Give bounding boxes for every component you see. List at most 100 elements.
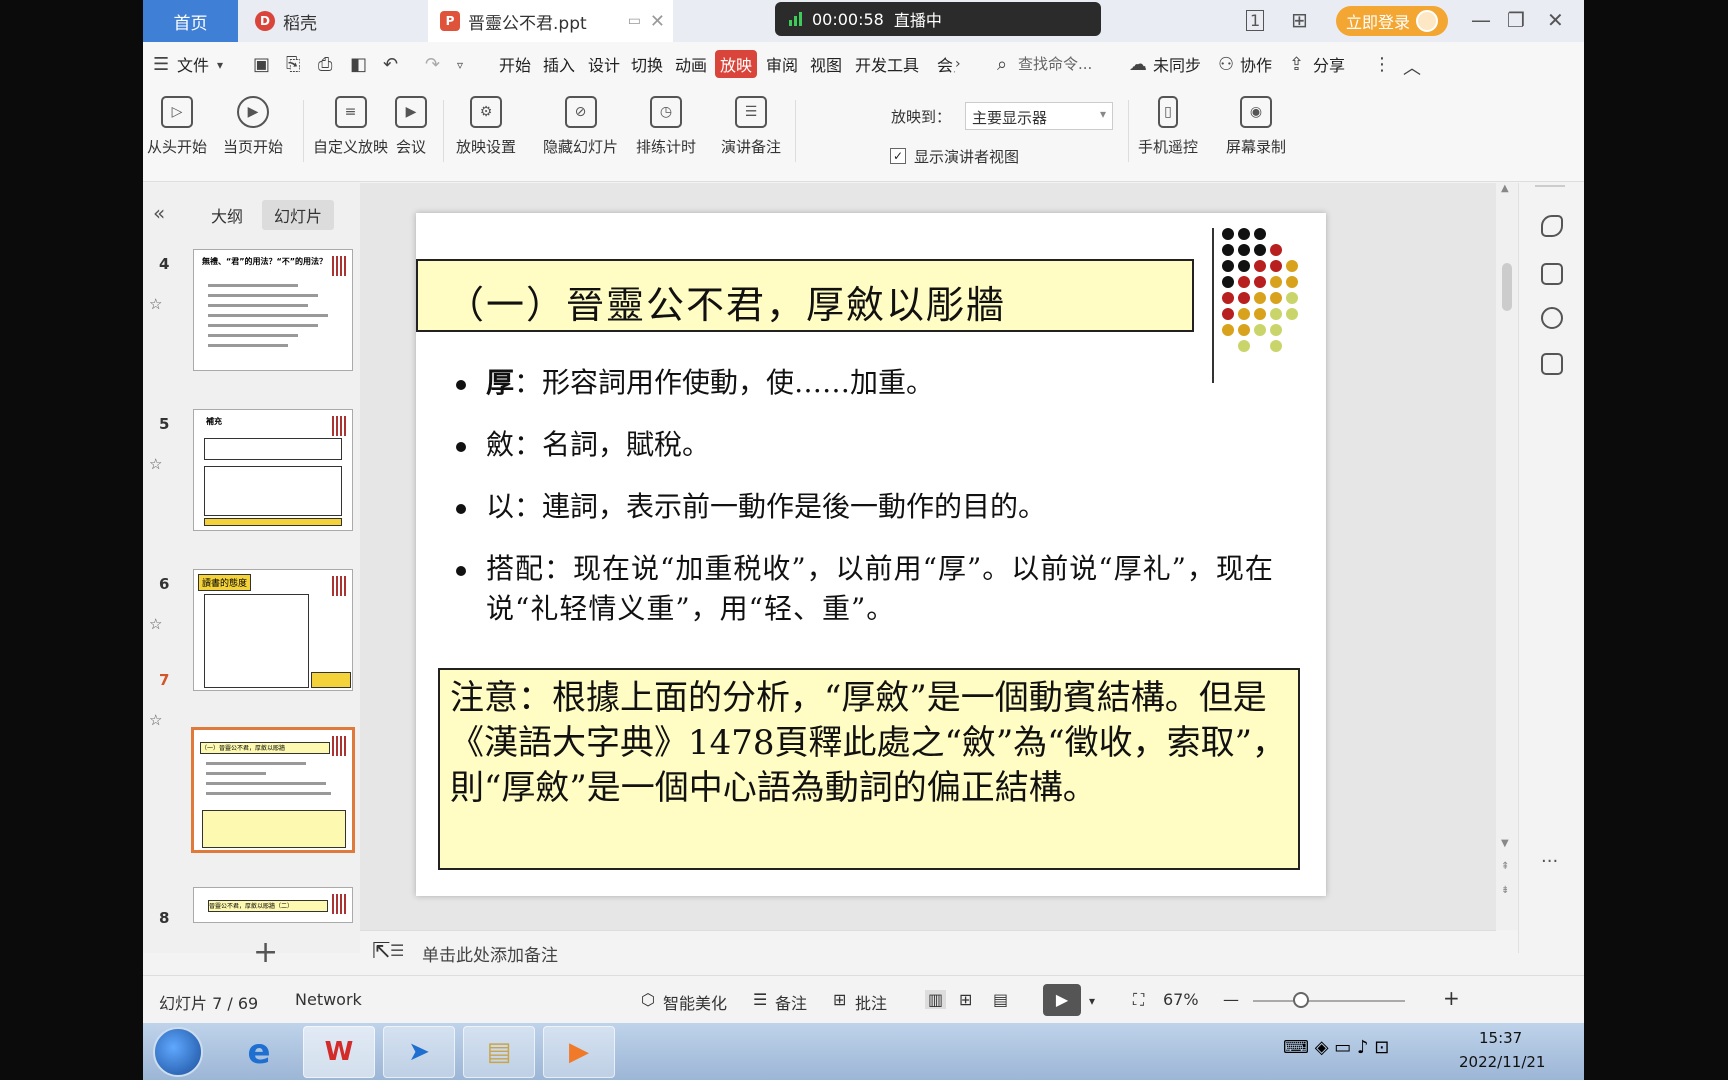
from-start-button[interactable]: ▷ 从头开始 (147, 96, 207, 157)
wps-icon[interactable]: W (303, 1026, 375, 1078)
beautify-button[interactable]: 智能美化 (663, 990, 727, 1014)
ie-icon[interactable]: e (223, 1026, 295, 1078)
more-tabs-icon[interactable]: › (955, 56, 961, 72)
add-notes-placeholder[interactable]: 单击此处添加备注 (422, 941, 558, 966)
undo-icon[interactable]: ↶ (383, 54, 398, 75)
redo-icon[interactable]: ↷ (425, 54, 440, 75)
scroll-down-icon[interactable]: ▼ (1501, 838, 1509, 849)
menu-tab-view[interactable]: 视图 (810, 52, 842, 76)
slide-title[interactable]: （一）晉靈公不君，厚斂以彫牆 (416, 259, 1194, 332)
live-indicator[interactable]: 00:00:58 直播中 (775, 2, 1101, 36)
collab-button[interactable]: 协作 (1240, 52, 1272, 76)
compass-icon[interactable] (1541, 307, 1563, 329)
fit-icon[interactable]: ⛶ (1133, 990, 1144, 1010)
zoom-level[interactable]: 67% (1163, 990, 1199, 1009)
rocket-icon[interactable] (1541, 215, 1563, 237)
collapse-ribbon-icon[interactable]: ︿ (1403, 54, 1421, 80)
slide-bullets[interactable]: 厚：形容詞用作使動，使……加重。 斂：名詞，賦稅。 以：連詞，表示前一動作是後一… (456, 363, 1276, 651)
zoom-in-icon[interactable]: + (1443, 986, 1460, 1010)
more-options-icon[interactable]: ··· (1541, 851, 1558, 872)
slide-thumbnail-4[interactable]: 無禮、“君”的用法？“不”的用法？ (193, 249, 353, 371)
menu-tab-member[interactable]: 会员 (937, 52, 955, 76)
hamburger-icon[interactable]: ☰ (153, 54, 169, 75)
layout-icon[interactable]: 1 (1246, 10, 1265, 31)
menu-tab-insert[interactable]: 插入 (543, 52, 575, 76)
from-current-button[interactable]: ▶ 当页开始 (223, 96, 283, 157)
menu-tab-review[interactable]: 审阅 (766, 52, 798, 76)
custom-show-button[interactable]: ≡ 自定义放映 (313, 96, 388, 157)
menu-tab-transition[interactable]: 切换 (631, 52, 663, 76)
export-icon[interactable]: ⎘ (286, 54, 300, 75)
scroll-up-icon[interactable]: ▲ (1501, 183, 1509, 194)
menu-tab-animation[interactable]: 动画 (675, 52, 707, 76)
share-button[interactable]: 分享 (1313, 52, 1345, 76)
grid-apps-icon[interactable]: ⊞ (1291, 8, 1308, 32)
canvas-scrollbar[interactable]: ▲ ▼ ⇞ ⇟ (1496, 183, 1518, 930)
tab-daoke[interactable]: D 稻壳 (243, 0, 403, 42)
slide-canvas[interactable]: （一）晉靈公不君，厚斂以彫牆 厚：形容詞用作使動，使……加重。 斂：名詞，賦稅。… (360, 183, 1496, 930)
tab-home[interactable]: 首页 (143, 0, 238, 42)
normal-view-icon[interactable]: ▥ (925, 990, 947, 1009)
meeting-button[interactable]: ▶ 会议 (395, 96, 427, 157)
chevron-down-icon[interactable]: ▾ (217, 58, 223, 72)
reading-view-icon[interactable]: ▤ (993, 990, 1008, 1009)
file-explorer-icon[interactable]: ▤ (463, 1026, 535, 1078)
presenter-view-checkbox[interactable]: ✓ (890, 148, 906, 164)
minimize-icon[interactable]: — (1471, 8, 1491, 32)
tray-icons[interactable]: ⌨ ◈ ▭ ♪ ⊡ (1283, 1037, 1389, 1058)
menu-file[interactable]: 文件 (177, 52, 209, 76)
more-icon[interactable]: ⋮ (1373, 54, 1391, 75)
slide-thumbnail-6[interactable]: 讀書的態度 (193, 569, 353, 691)
menu-tab-devtools[interactable]: 开发工具 (855, 52, 919, 76)
rehearse-button[interactable]: ◷ 排练计时 (636, 96, 696, 157)
play-slideshow-button[interactable]: ▶ (1043, 984, 1081, 1016)
close-tab-icon[interactable]: ✕ (650, 11, 665, 32)
slide-thumbnail-5[interactable]: 補充 (193, 409, 353, 531)
collapse-panel-icon[interactable]: « (153, 201, 165, 225)
menu-tab-slideshow[interactable]: 放映 (715, 50, 758, 78)
speaker-notes-button[interactable]: ☰ 演讲备注 (721, 96, 781, 157)
feishu-icon[interactable]: ➤ (383, 1026, 455, 1078)
show-settings-button[interactable]: ⚙ 放映设置 (456, 96, 516, 157)
play-options-icon[interactable]: ▾ (1089, 994, 1095, 1008)
tab-slides[interactable]: 幻灯片 (262, 200, 335, 230)
notes-bar[interactable]: ⇱ ☰ 单击此处添加备注 (360, 930, 1496, 974)
slide-7[interactable]: （一）晉靈公不君，厚斂以彫牆 厚：形容詞用作使動，使……加重。 斂：名詞，賦稅。… (416, 213, 1326, 896)
clock-date[interactable]: 2022/11/21 (1459, 1053, 1545, 1071)
close-window-icon[interactable]: ✕ (1547, 8, 1564, 32)
monitor-icon[interactable]: ▭ (628, 13, 641, 29)
slide-thumbnail-8[interactable]: 晉靈公不君，厚斂以彫牆（二） (193, 887, 353, 923)
save-icon[interactable]: ▣ (253, 54, 270, 75)
display-select[interactable]: 主要显示器 (965, 102, 1113, 130)
zoom-slider[interactable] (1253, 1000, 1405, 1002)
prev-slide-icon[interactable]: ⇞ (1501, 861, 1509, 872)
screen-record-button[interactable]: ◉ 屏幕录制 (1226, 96, 1286, 157)
login-button[interactable]: 立即登录 (1336, 6, 1448, 36)
scroll-thumb[interactable] (1502, 263, 1512, 311)
phone-remote-button[interactable]: ▯ 手机遥控 (1138, 96, 1198, 157)
notes-button[interactable]: 备注 (775, 990, 807, 1014)
preview-icon[interactable]: ◧ (350, 54, 367, 75)
book-icon[interactable] (1541, 353, 1563, 375)
customize-icon[interactable]: ▿ (457, 58, 463, 72)
tab-outline[interactable]: 大纲 (211, 203, 243, 227)
next-slide-icon[interactable]: ⇟ (1501, 885, 1509, 896)
menu-tab-design[interactable]: 设计 (588, 52, 620, 76)
tab-document[interactable]: P 晋靈公不君.ppt ▭ ✕ (428, 0, 673, 42)
zoom-out-icon[interactable]: — (1223, 990, 1239, 1009)
sorter-view-icon[interactable]: ⊞ (959, 990, 972, 1009)
menu-tab-start[interactable]: 开始 (499, 52, 531, 76)
slide-note-box[interactable]: 注意：根據上面的分析，“厚斂”是一個動賓結構。但是《漢語大字典》1478頁釋此處… (438, 668, 1300, 870)
clock-time[interactable]: 15:37 (1479, 1029, 1522, 1047)
restore-icon[interactable]: ❐ (1507, 8, 1525, 32)
sync-status[interactable]: 未同步 (1153, 52, 1201, 76)
add-slide-icon[interactable]: + (253, 935, 278, 970)
print-icon[interactable]: ⎙ (318, 54, 332, 75)
slide-thumbnail-7[interactable]: （一）晉靈公不君，厚斂以彫牆 (191, 727, 355, 853)
hide-slide-button[interactable]: ⊘ 隐藏幻灯片 (543, 96, 618, 157)
command-search[interactable]: 查找命令... (1018, 53, 1092, 74)
image-icon[interactable] (1541, 263, 1563, 285)
zoom-slider-handle[interactable] (1293, 992, 1309, 1008)
start-button[interactable] (153, 1027, 203, 1077)
live-app-icon[interactable]: ▶ (543, 1026, 615, 1078)
